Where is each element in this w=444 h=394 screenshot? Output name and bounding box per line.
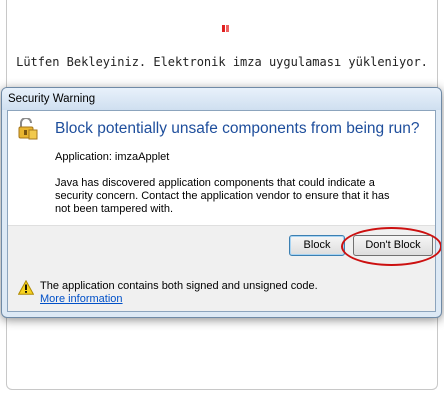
dialog-content: Block potentially unsafe components from… (8, 111, 435, 225)
footer-message: The application contains both signed and… (40, 280, 318, 292)
button-bar: Block Don't Block (8, 225, 441, 271)
loading-message: Lütfen Bekleyiniz. Elektronik imza uygul… (16, 55, 428, 69)
dialog-body: Block potentially unsafe components from… (7, 110, 441, 312)
lock-shield-icon (18, 118, 38, 140)
block-button[interactable]: Block (289, 235, 345, 256)
warning-message: Java has discovered application componen… (55, 177, 390, 215)
dialog-title[interactable]: Security Warning (2, 88, 441, 110)
more-information-link[interactable]: More information (40, 293, 123, 305)
dialog-footer: The application contains both signed and… (8, 269, 435, 311)
dialog-headline: Block potentially unsafe components from… (55, 120, 420, 137)
application-name: Application: imzaApplet (55, 151, 170, 163)
java-loading-icon (222, 25, 229, 32)
security-warning-dialog: Security Warning Block potentially unsaf… (1, 87, 442, 318)
warning-icon (18, 280, 34, 295)
highlight-ellipse (341, 227, 441, 266)
